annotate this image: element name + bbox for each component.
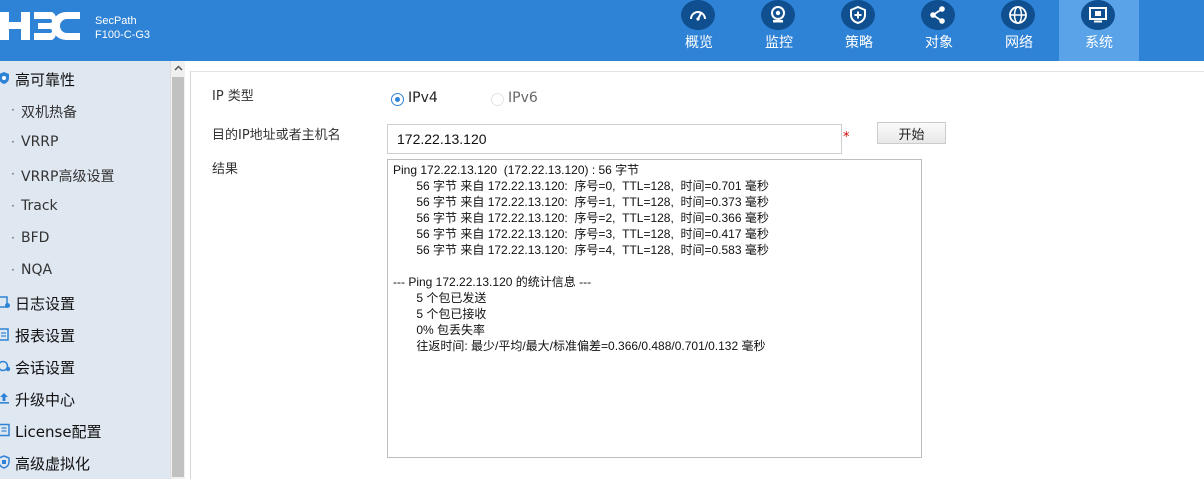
sidebar-item-label: VRRP <box>21 134 59 150</box>
sidebar-item-nqa[interactable]: · NQA <box>0 258 170 284</box>
nav-overview[interactable]: 概览 <box>659 0 739 61</box>
log-settings-icon <box>0 296 10 308</box>
license-icon <box>0 423 10 437</box>
sidebar-item-dual-hot-standby[interactable]: · 双机热备 <box>0 98 170 124</box>
report-icon <box>0 328 9 341</box>
result-label: 结果 <box>212 162 239 177</box>
sidebar-group-upgrade-center[interactable]: 升级中心 <box>0 385 170 413</box>
sidebar-item-vrrp[interactable]: · VRRP <box>0 130 170 156</box>
start-button[interactable]: 开始 <box>877 122 946 144</box>
content-divider <box>190 71 1204 72</box>
nav-system-label: 系统 <box>1085 35 1113 51</box>
sidebar-item-label: NQA <box>21 262 53 278</box>
sidebar-item-label: 双机热备 <box>21 105 77 121</box>
shield-icon <box>0 72 9 84</box>
ip-type-label: IP 类型 <box>212 89 254 104</box>
shield-plus-icon <box>841 0 875 30</box>
nav-monitor[interactable]: 监控 <box>739 0 819 61</box>
monitor-icon <box>1081 0 1115 30</box>
result-line: 往返时间: 最少/平均/最大/标准偏差=0.366/0.488/0.701/0.… <box>393 339 766 353</box>
sidebar-group-license[interactable]: License配置 <box>0 417 170 445</box>
ipv4-radio-label[interactable]: IPv4 <box>408 90 438 106</box>
sidebar-item-label: BFD <box>21 230 50 246</box>
result-line: 56 字节 来自 172.22.13.120: 序号=4, TTL=128, 时… <box>393 243 769 257</box>
camera-icon <box>761 0 795 30</box>
sidebar-item-track[interactable]: · Track <box>0 194 170 220</box>
product-info: SecPath F100-C-G3 <box>95 14 150 42</box>
product-model: F100-C-G3 <box>95 29 151 41</box>
upgrade-icon <box>0 393 9 404</box>
gauge-icon <box>681 0 715 30</box>
sidebar-item-label: Track <box>21 198 58 214</box>
session-icon <box>0 360 11 372</box>
sidebar-group-label: 报表设置 <box>15 327 76 345</box>
scrollbar-thumb[interactable] <box>172 77 184 477</box>
sidebar-group-report-settings[interactable]: 报表设置 <box>0 321 170 349</box>
result-line: Ping 172.22.13.120 (172.22.13.120) : 56 … <box>393 163 640 177</box>
sidebar-group-label: License配置 <box>15 423 102 441</box>
result-line: 56 字节 来自 172.22.13.120: 序号=3, TTL=128, 时… <box>393 227 769 241</box>
nav-objects[interactable]: 对象 <box>899 0 979 61</box>
target-host-label: 目的IP地址或者主机名 <box>212 128 341 143</box>
result-line: 5 个包已发送 <box>393 291 487 305</box>
sidebar-group-advanced-virtualization[interactable]: 高级虚拟化 <box>0 449 170 477</box>
result-line: 0% 包丢失率 <box>393 323 486 337</box>
result-line: 56 字节 来自 172.22.13.120: 序号=2, TTL=128, 时… <box>393 211 769 225</box>
nav-network[interactable]: 网络 <box>979 0 1059 61</box>
sidebar-group-label: 高级虚拟化 <box>15 455 91 473</box>
sidebar-group-label: 高可靠性 <box>15 71 76 89</box>
result-line: --- Ping 172.22.13.120 的统计信息 --- <box>393 275 592 289</box>
h3c-logo <box>0 12 80 40</box>
sidebar-item-label: VRRP高级设置 <box>21 169 115 185</box>
result-textarea[interactable]: Ping 172.22.13.120 (172.22.13.120) : 56 … <box>387 159 922 458</box>
nav-objects-label: 对象 <box>925 35 953 51</box>
sidebar-group-label: 会话设置 <box>15 359 76 377</box>
sidebar-group-high-availability[interactable]: 高可靠性 <box>0 65 170 93</box>
sidebar-scrollbar[interactable] <box>170 61 185 479</box>
sidebar-group-session-settings[interactable]: 会话设置 <box>0 353 170 381</box>
nav-overview-label: 概览 <box>685 35 713 51</box>
result-line <box>393 258 916 274</box>
sidebar-group-log-settings[interactable]: 日志设置 <box>0 289 170 317</box>
sidebar-group-label: 升级中心 <box>15 391 76 409</box>
ipv4-radio[interactable] <box>391 93 404 106</box>
nav-policy-label: 策略 <box>845 35 873 51</box>
sidebar: 高可靠性 · 双机热备 · VRRP · VRRP高级设置 · Track · … <box>0 61 170 479</box>
nav-network-label: 网络 <box>1005 35 1033 51</box>
nav-policy[interactable]: 策略 <box>819 0 899 61</box>
ipv6-radio[interactable] <box>491 93 504 106</box>
result-line: 5 个包已接收 <box>393 307 487 321</box>
content-divider <box>190 71 191 479</box>
sidebar-group-label: 日志设置 <box>15 295 76 313</box>
ipv6-radio-label[interactable]: IPv6 <box>508 90 538 106</box>
nav-system[interactable]: 系统 <box>1059 0 1139 61</box>
sidebar-item-vrrp-advanced[interactable]: · VRRP高级设置 <box>0 162 170 188</box>
nav-monitor-label: 监控 <box>765 35 793 51</box>
target-host-input[interactable] <box>387 124 842 154</box>
result-line: 56 字节 来自 172.22.13.120: 序号=1, TTL=128, 时… <box>393 195 769 209</box>
result-line: 56 字节 来自 172.22.13.120: 序号=0, TTL=128, 时… <box>393 179 769 193</box>
virtualization-icon <box>0 455 10 469</box>
sidebar-item-bfd[interactable]: · BFD <box>0 226 170 252</box>
scroll-up-arrow-icon[interactable] <box>173 63 184 74</box>
product-name: SecPath <box>95 15 137 27</box>
globe-icon <box>1001 0 1035 30</box>
required-mark: * <box>843 130 850 145</box>
top-header: SecPath F100-C-G3 概览 监控 策略 对象 网络 系统 <box>0 0 1204 61</box>
share-icon <box>921 0 955 30</box>
